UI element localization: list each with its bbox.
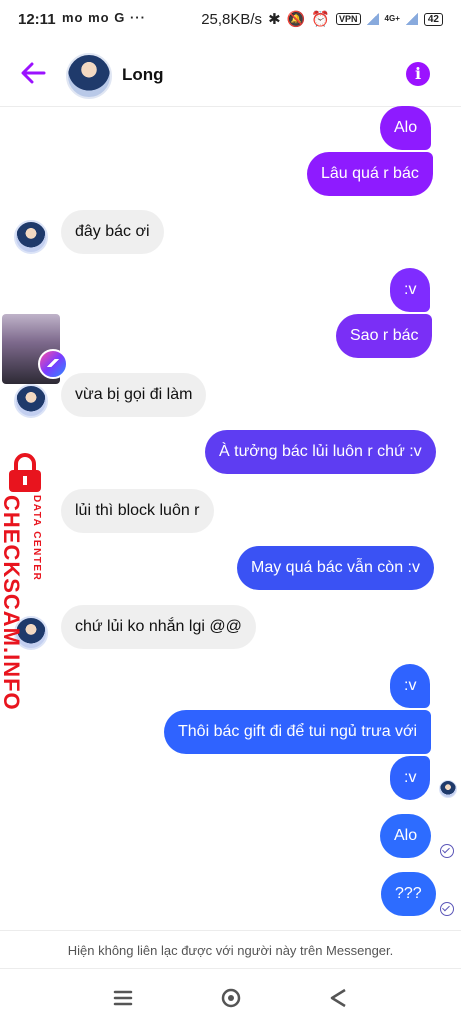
message-out[interactable]: :v — [390, 664, 431, 708]
message-out[interactable]: Lâu quá r bác — [307, 152, 433, 196]
message-out[interactable]: Thôi bác gift đi để tui ngủ trưa với — [164, 710, 432, 754]
message-out[interactable]: :v — [390, 756, 431, 800]
message-out[interactable]: Sao r bác — [336, 314, 433, 358]
menu-icon[interactable] — [112, 987, 134, 1009]
message-out[interactable]: À tưởng bác lủi luôn r chứ :v — [205, 430, 436, 474]
signal-icon — [366, 13, 379, 25]
clock: 12:11 — [18, 11, 56, 28]
lock-icon — [9, 453, 41, 492]
notification-icons: mo mo G ··· — [62, 10, 146, 25]
unavailable-note: Hiện không liên lạc được với người này t… — [0, 930, 461, 958]
back-arrow-icon[interactable] — [20, 62, 46, 84]
network-speed: 25,8KB/s — [201, 10, 263, 28]
message-in[interactable]: chứ lủi ko nhắn lgi @@ — [61, 605, 256, 649]
sent-check-icon — [440, 844, 454, 858]
message-out[interactable]: ??? — [381, 872, 436, 916]
sent-check-icon — [440, 902, 454, 916]
contact-name[interactable]: Long — [122, 65, 164, 85]
back-icon[interactable] — [328, 987, 350, 1009]
bluetooth-icon: ✱ — [268, 11, 281, 28]
message-out[interactable]: May quá bác vẫn còn :v — [237, 546, 434, 590]
system-nav-bar — [0, 968, 461, 1025]
message-out[interactable]: :v — [390, 268, 431, 312]
message-in[interactable]: lủi thì block luôn r — [61, 489, 214, 533]
signal-icon-2 — [405, 13, 418, 25]
message-in[interactable]: vừa bị gọi đi làm — [61, 373, 207, 417]
seen-avatar — [439, 780, 457, 798]
contact-avatar[interactable] — [66, 53, 112, 99]
alarm-icon: ⏰ — [311, 11, 331, 28]
watermark-sub: DATA CENTER — [31, 495, 42, 582]
contact-mini-avatar — [14, 384, 48, 418]
message-out[interactable]: Alo — [380, 106, 432, 150]
status-bar: 12:11 mo mo G ··· 25,8KB/s ✱ 🔕 ⏰ VPN 4G+… — [0, 0, 461, 40]
watermark-site: CHECKSCAM.INFO — [0, 495, 24, 711]
message-out[interactable]: Alo — [380, 814, 432, 858]
status-right: 25,8KB/s ✱ 🔕 ⏰ VPN 4G+ 42 — [201, 10, 443, 28]
contact-mini-avatar — [14, 220, 48, 254]
mute-icon: 🔕 — [286, 11, 306, 28]
network-type: 4G+ — [384, 14, 400, 23]
vpn-badge: VPN — [336, 13, 361, 25]
messenger-icon — [38, 349, 68, 379]
message-in[interactable]: đây bác ơi — [61, 210, 164, 254]
info-icon[interactable]: i — [406, 62, 430, 86]
chat-header: Long i — [0, 40, 461, 107]
battery-icon: 42 — [423, 12, 443, 26]
home-icon[interactable] — [220, 987, 242, 1009]
